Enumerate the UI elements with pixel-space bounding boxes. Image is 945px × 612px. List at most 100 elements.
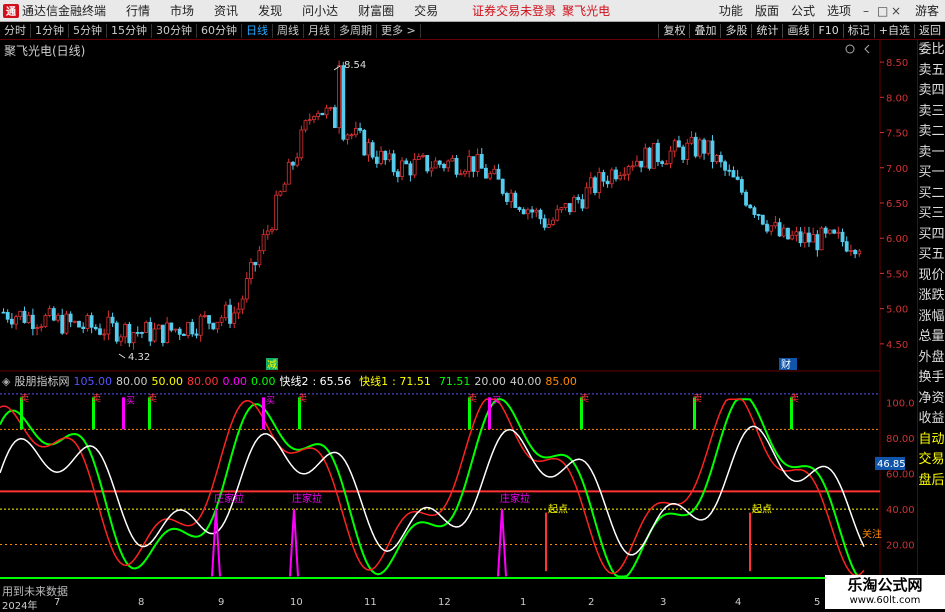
candle-body	[576, 197, 581, 201]
sidebar-item[interactable]: 盘后	[918, 471, 945, 492]
candle-body	[677, 140, 681, 148]
sidebar-item[interactable]: 换手	[918, 368, 945, 389]
candle-body	[144, 321, 149, 333]
candle-body	[56, 314, 60, 321]
tool-biaoji[interactable]: 标记	[842, 24, 874, 38]
sidebar-item[interactable]: 买四	[918, 225, 945, 246]
sidebar-item[interactable]: 买一	[918, 163, 945, 184]
period-monthly[interactable]: 月线	[304, 23, 335, 38]
sell-signal-label: 卖	[92, 393, 101, 404]
menu-shichang[interactable]: 市场	[160, 2, 204, 19]
candle-body	[769, 225, 774, 232]
user-name[interactable]: 游客	[909, 2, 945, 19]
candle-body	[370, 142, 375, 158]
candle-body	[47, 308, 52, 316]
period-weekly[interactable]: 周线	[273, 23, 304, 38]
candle-body	[89, 315, 94, 328]
gear-icon[interactable]	[845, 44, 855, 54]
indicator-name[interactable]: 股朋指标网	[14, 373, 69, 389]
login-notice[interactable]: 证券交易未登录	[472, 2, 556, 19]
sidebar-item[interactable]: 涨幅	[918, 307, 945, 328]
sidebar-item[interactable]: 自动	[918, 430, 945, 451]
candle-body	[253, 261, 258, 266]
sidebar-item[interactable]: 买二	[918, 184, 945, 205]
ind-tail-3: 40.00	[509, 374, 542, 388]
candle-body	[798, 231, 803, 244]
period-multi[interactable]: 多周期	[335, 23, 377, 38]
period-more[interactable]: 更多 >	[377, 23, 421, 38]
period-15min[interactable]: 15分钟	[107, 23, 152, 38]
sidebar-item[interactable]: 委比	[918, 40, 945, 61]
period-60min[interactable]: 60分钟	[197, 23, 242, 38]
menu-jiaoyi[interactable]: 交易	[404, 2, 448, 19]
menu-faxian[interactable]: 发现	[248, 2, 292, 19]
period-30min[interactable]: 30分钟	[152, 23, 197, 38]
sell-signal-label: 卖	[693, 393, 702, 404]
indicator-menu-icon[interactable]: ◈	[2, 375, 10, 388]
indicator-tick-label: 20.00	[886, 541, 915, 552]
tool-add-favorite[interactable]: +自选	[873, 24, 914, 38]
menu-zixun[interactable]: 资讯	[204, 2, 248, 19]
candle-body	[35, 327, 39, 329]
sidebar-item[interactable]: 买五	[918, 245, 945, 266]
indicator-tick-label: 40.00	[886, 505, 915, 516]
chevron-left-icon[interactable]	[864, 44, 870, 54]
sidebar-item[interactable]: 卖三	[918, 102, 945, 123]
price-tick-label: 5.00	[886, 305, 908, 316]
date-label: 5	[814, 597, 821, 608]
candle-body	[161, 324, 165, 343]
tool-duogu[interactable]: 多股	[720, 24, 751, 38]
tool-fuquan[interactable]: 复权	[658, 24, 689, 38]
indicator-header: ◈ 股朋指标网 105.00 80.00 50.00 80.00 0.00 0.…	[2, 373, 577, 389]
menu-wenxiaoda[interactable]: 问小达	[292, 2, 348, 19]
menu-hangqing[interactable]: 行情	[116, 2, 160, 19]
price-tick-label: 4.50	[886, 340, 908, 351]
fast1-value: 71.51	[399, 375, 431, 388]
sidebar-item[interactable]: 总量	[918, 327, 945, 348]
sidebar-item[interactable]: 净资	[918, 389, 945, 410]
chart-area[interactable]: 8.50 8.00 7.50 7.00 6.50 6.00 5.50 5.00 4.50 8.5…	[0, 40, 917, 609]
candle-body	[580, 199, 585, 209]
buy-signal-label: 买	[126, 395, 135, 406]
candle-body	[391, 153, 396, 173]
sidebar-item[interactable]: 卖一	[918, 143, 945, 164]
candle-body	[525, 209, 530, 215]
sidebar-item[interactable]: 涨跌	[918, 286, 945, 307]
candle-body	[454, 157, 459, 175]
sidebar-item[interactable]: 收益	[918, 409, 945, 430]
period-1min[interactable]: 1分钟	[31, 23, 69, 38]
tool-f10[interactable]: F10	[813, 24, 842, 38]
menu-gongneng[interactable]: 功能	[713, 2, 749, 19]
candle-body	[228, 304, 232, 324]
candle-body	[181, 333, 186, 336]
candle-body	[1, 311, 6, 314]
sidebar-item[interactable]: 卖五	[918, 61, 945, 82]
candle-body	[723, 161, 727, 171]
tool-huaxian[interactable]: 画线	[782, 24, 813, 38]
sidebar-item[interactable]: 交易	[918, 450, 945, 471]
menu-caifuquan[interactable]: 财富圈	[348, 2, 404, 19]
candle-body	[689, 136, 694, 144]
tool-back[interactable]: 返回	[914, 24, 945, 38]
menu-gongshi[interactable]: 公式	[785, 2, 821, 19]
high-price-label: 8.54	[344, 60, 366, 71]
sidebar-item[interactable]: 卖四	[918, 81, 945, 102]
minimize-icon[interactable]: –	[857, 4, 871, 18]
period-5min[interactable]: 5分钟	[69, 23, 107, 38]
tool-diejia[interactable]: 叠加	[689, 24, 720, 38]
sidebar-item[interactable]: 卖二	[918, 122, 945, 143]
sidebar-item[interactable]: 现价	[918, 266, 945, 287]
period-daily[interactable]: 日线	[242, 23, 273, 38]
candle-body	[312, 116, 316, 121]
menu-xuanxiang[interactable]: 选项	[821, 2, 857, 19]
candle-body	[614, 169, 618, 180]
candle-body	[437, 160, 442, 165]
sidebar-item[interactable]: 外盘	[918, 348, 945, 369]
tool-tongji[interactable]: 统计	[751, 24, 782, 38]
sidebar-item[interactable]: 买三	[918, 204, 945, 225]
menu-banmian[interactable]: 版面	[749, 2, 785, 19]
period-fenshi[interactable]: 分时	[0, 23, 31, 38]
maximize-icon[interactable]: □	[871, 4, 888, 18]
close-icon[interactable]: ×	[885, 4, 901, 18]
candle-body	[756, 214, 761, 216]
